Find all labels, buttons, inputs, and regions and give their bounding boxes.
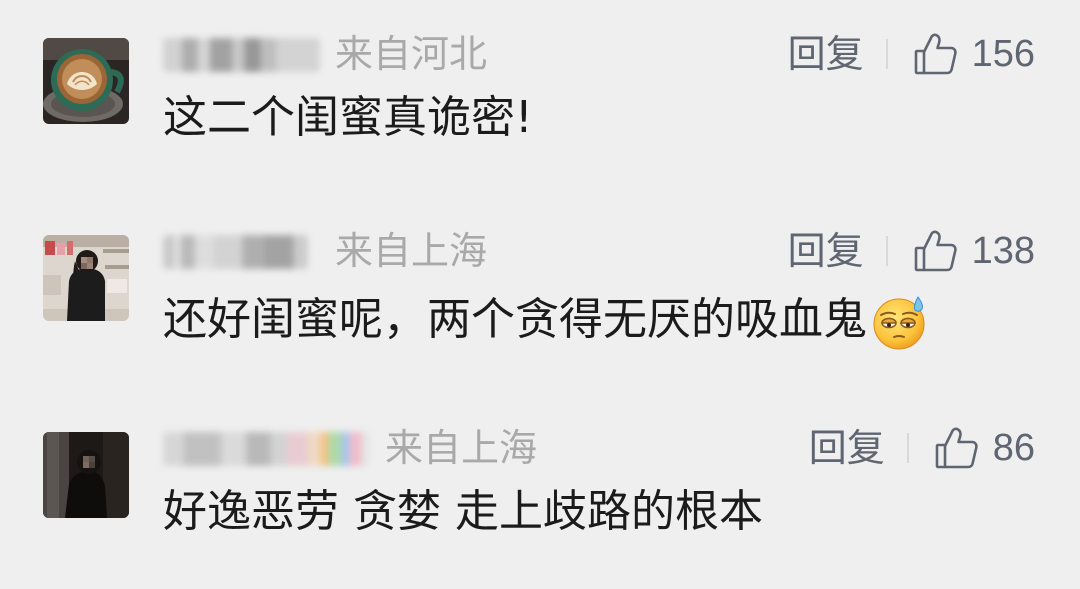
avatar-image	[43, 38, 129, 124]
avatar	[43, 235, 129, 321]
actions-divider	[906, 433, 909, 463]
actions-divider	[885, 236, 888, 266]
comment-text: 这二个闺蜜真诡密!	[163, 92, 533, 143]
thumbs-up-icon[interactable]	[914, 229, 958, 273]
avatar	[43, 38, 129, 124]
username-blurred	[163, 38, 320, 72]
comment-actions: 回复 86	[809, 426, 1035, 470]
reply-button[interactable]: 回复	[788, 229, 864, 273]
reply-button[interactable]: 回复	[788, 32, 864, 76]
sweat-face-icon	[873, 296, 925, 350]
comment-location: 来自河北	[335, 32, 488, 76]
actions-divider	[885, 39, 888, 69]
comment-actions: 回复 138	[788, 229, 1035, 273]
avatar-image	[43, 235, 129, 321]
like-count: 138	[971, 230, 1035, 272]
like-button[interactable]: 86	[935, 426, 1035, 470]
comment-location: 来自上海	[335, 229, 488, 273]
comment-text: 好逸恶劳 贪婪 走上歧路的根本	[163, 486, 763, 537]
like-count: 86	[992, 427, 1035, 469]
avatar	[43, 432, 129, 518]
like-button[interactable]: 156	[914, 32, 1035, 76]
like-button[interactable]: 138	[914, 229, 1035, 273]
username-blurred	[163, 235, 308, 269]
comment-text: 还好闺蜜呢，两个贪得无厌的吸血鬼	[163, 294, 867, 345]
comment-text-row: 这二个闺蜜真诡密!	[163, 96, 533, 140]
comment-text-row: 还好闺蜜呢，两个贪得无厌的吸血鬼	[163, 293, 929, 351]
avatar-image	[43, 432, 129, 518]
thumbs-up-icon[interactable]	[935, 426, 979, 470]
thumbs-up-icon[interactable]	[914, 32, 958, 76]
comment-actions: 回复 156	[788, 32, 1035, 76]
comment-item: 来自上海 回复 86 好逸恶劳 贪婪 走上歧路的根本	[0, 426, 1080, 572]
comment-item: 来自上海 回复 138 还好闺蜜呢，两个贪得无厌的吸血鬼	[0, 229, 1080, 375]
comment-location: 来自上海	[385, 426, 538, 470]
username-blurred	[163, 432, 370, 466]
reply-button[interactable]: 回复	[809, 426, 885, 470]
like-count: 156	[971, 33, 1035, 75]
comment-text-row: 好逸恶劳 贪婪 走上歧路的根本	[163, 490, 763, 534]
comment-item: 来自河北 回复 156 这二个闺蜜真诡密!	[0, 32, 1080, 178]
